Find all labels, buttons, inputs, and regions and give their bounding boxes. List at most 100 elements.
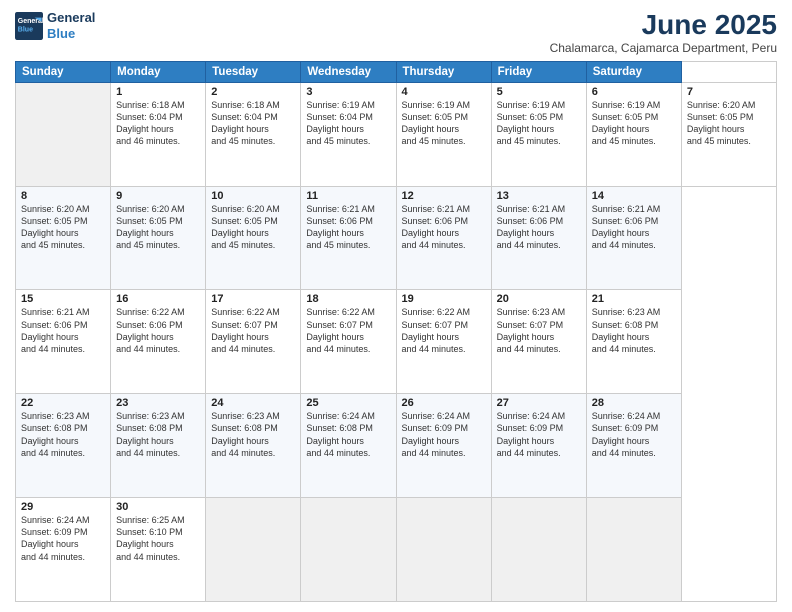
day-info: Sunrise: 6:22 AMSunset: 6:07 PMDaylight … xyxy=(211,306,295,355)
day-cell-14: 14Sunrise: 6:21 AMSunset: 6:06 PMDayligh… xyxy=(586,186,681,290)
day-number: 5 xyxy=(497,86,581,98)
page: General Blue General Blue June 2025 Chal… xyxy=(0,0,792,612)
calendar-week-1: 1Sunrise: 6:18 AMSunset: 6:04 PMDaylight… xyxy=(16,82,777,186)
day-cell-1: 1Sunrise: 6:18 AMSunset: 6:04 PMDaylight… xyxy=(111,82,206,186)
day-cell-22: 22Sunrise: 6:23 AMSunset: 6:08 PMDayligh… xyxy=(16,394,111,498)
day-info: Sunrise: 6:19 AMSunset: 6:04 PMDaylight … xyxy=(306,99,390,148)
day-cell-17: 17Sunrise: 6:22 AMSunset: 6:07 PMDayligh… xyxy=(206,290,301,394)
logo-text: General Blue xyxy=(47,10,95,41)
empty-cell xyxy=(206,498,301,602)
day-info: Sunrise: 6:21 AMSunset: 6:06 PMDaylight … xyxy=(497,203,581,252)
title-block: June 2025 Chalamarca, Cajamarca Departme… xyxy=(550,10,777,55)
day-info: Sunrise: 6:24 AMSunset: 6:09 PMDaylight … xyxy=(21,514,105,563)
day-info: Sunrise: 6:19 AMSunset: 6:05 PMDaylight … xyxy=(497,99,581,148)
day-cell-8: 8Sunrise: 6:20 AMSunset: 6:05 PMDaylight… xyxy=(16,186,111,290)
day-number: 20 xyxy=(497,293,581,305)
day-cell-9: 9Sunrise: 6:20 AMSunset: 6:05 PMDaylight… xyxy=(111,186,206,290)
day-number: 11 xyxy=(306,190,390,202)
day-cell-25: 25Sunrise: 6:24 AMSunset: 6:08 PMDayligh… xyxy=(301,394,396,498)
day-cell-15: 15Sunrise: 6:21 AMSunset: 6:06 PMDayligh… xyxy=(16,290,111,394)
day-cell-7: 7Sunrise: 6:20 AMSunset: 6:05 PMDaylight… xyxy=(681,82,776,186)
day-number: 4 xyxy=(402,86,486,98)
svg-text:Blue: Blue xyxy=(18,26,33,33)
empty-cell xyxy=(16,82,111,186)
day-number: 9 xyxy=(116,190,200,202)
day-info: Sunrise: 6:24 AMSunset: 6:08 PMDaylight … xyxy=(306,410,390,459)
day-number: 26 xyxy=(402,397,486,409)
day-number: 12 xyxy=(402,190,486,202)
day-info: Sunrise: 6:19 AMSunset: 6:05 PMDaylight … xyxy=(402,99,486,148)
empty-cell xyxy=(491,498,586,602)
day-cell-12: 12Sunrise: 6:21 AMSunset: 6:06 PMDayligh… xyxy=(396,186,491,290)
day-info: Sunrise: 6:20 AMSunset: 6:05 PMDaylight … xyxy=(687,99,771,148)
day-cell-29: 29Sunrise: 6:24 AMSunset: 6:09 PMDayligh… xyxy=(16,498,111,602)
day-info: Sunrise: 6:21 AMSunset: 6:06 PMDaylight … xyxy=(592,203,676,252)
day-cell-10: 10Sunrise: 6:20 AMSunset: 6:05 PMDayligh… xyxy=(206,186,301,290)
col-header-wednesday: Wednesday xyxy=(301,61,396,82)
day-cell-24: 24Sunrise: 6:23 AMSunset: 6:08 PMDayligh… xyxy=(206,394,301,498)
day-number: 7 xyxy=(687,86,771,98)
calendar-week-5: 29Sunrise: 6:24 AMSunset: 6:09 PMDayligh… xyxy=(16,498,777,602)
day-info: Sunrise: 6:21 AMSunset: 6:06 PMDaylight … xyxy=(306,203,390,252)
day-number: 13 xyxy=(497,190,581,202)
day-number: 23 xyxy=(116,397,200,409)
day-info: Sunrise: 6:20 AMSunset: 6:05 PMDaylight … xyxy=(211,203,295,252)
day-info: Sunrise: 6:25 AMSunset: 6:10 PMDaylight … xyxy=(116,514,200,563)
col-header-thursday: Thursday xyxy=(396,61,491,82)
col-header-sunday: Sunday xyxy=(16,61,111,82)
day-number: 24 xyxy=(211,397,295,409)
header: General Blue General Blue June 2025 Chal… xyxy=(15,10,777,55)
calendar-week-2: 8 Sunrise: 6:20 AMSunset: 6:05 PMDaylight… xyxy=(16,186,777,290)
col-header-saturday: Saturday xyxy=(586,61,681,82)
subtitle: Chalamarca, Cajamarca Department, Peru xyxy=(550,41,777,55)
day-number: 30 xyxy=(116,501,200,513)
day-info: Sunrise: 6:23 AMSunset: 6:07 PMDaylight … xyxy=(497,306,581,355)
day-info: Sunrise: 6:18 AMSunset: 6:04 PMDaylight … xyxy=(211,99,295,148)
day-number: 10 xyxy=(211,190,295,202)
day-info: Sunrise: 6:24 AMSunset: 6:09 PMDaylight … xyxy=(497,410,581,459)
day-cell-27: 27Sunrise: 6:24 AMSunset: 6:09 PMDayligh… xyxy=(491,394,586,498)
logo: General Blue General Blue xyxy=(15,10,95,41)
day-info: Sunrise: 6:20 AMSunset: 6:05 PMDaylight … xyxy=(116,203,200,252)
logo-icon: General Blue xyxy=(15,12,43,40)
calendar-table: SundayMondayTuesdayWednesdayThursdayFrid… xyxy=(15,61,777,602)
day-number: 15 xyxy=(21,293,105,305)
day-info: Sunrise: 6:24 AMSunset: 6:09 PMDaylight … xyxy=(402,410,486,459)
day-number: 29 xyxy=(21,501,105,513)
day-number: 22 xyxy=(21,397,105,409)
day-cell-21: 21Sunrise: 6:23 AMSunset: 6:08 PMDayligh… xyxy=(586,290,681,394)
day-cell-4: 4Sunrise: 6:19 AMSunset: 6:05 PMDaylight… xyxy=(396,82,491,186)
day-info: Sunrise: 6:24 AMSunset: 6:09 PMDaylight … xyxy=(592,410,676,459)
empty-cell xyxy=(301,498,396,602)
col-header-friday: Friday xyxy=(491,61,586,82)
day-info: Sunrise: 6:18 AMSunset: 6:04 PMDaylight … xyxy=(116,99,200,148)
day-info: Sunrise: 6:23 AMSunset: 6:08 PMDaylight … xyxy=(21,410,105,459)
day-cell-16: 16Sunrise: 6:22 AMSunset: 6:06 PMDayligh… xyxy=(111,290,206,394)
day-number: 8 xyxy=(21,190,105,202)
day-number: 6 xyxy=(592,86,676,98)
day-number: 1 xyxy=(116,86,200,98)
day-info: Sunrise: 6:22 AMSunset: 6:06 PMDaylight … xyxy=(116,306,200,355)
day-cell-23: 23Sunrise: 6:23 AMSunset: 6:08 PMDayligh… xyxy=(111,394,206,498)
day-info: Sunrise: 6:22 AMSunset: 6:07 PMDaylight … xyxy=(306,306,390,355)
day-info: Sunrise: 6:23 AMSunset: 6:08 PMDaylight … xyxy=(211,410,295,459)
day-number: 18 xyxy=(306,293,390,305)
day-number: 19 xyxy=(402,293,486,305)
day-cell-2: 2Sunrise: 6:18 AMSunset: 6:04 PMDaylight… xyxy=(206,82,301,186)
day-cell-18: 18Sunrise: 6:22 AMSunset: 6:07 PMDayligh… xyxy=(301,290,396,394)
day-cell-6: 6Sunrise: 6:19 AMSunset: 6:05 PMDaylight… xyxy=(586,82,681,186)
day-cell-30: 30Sunrise: 6:25 AMSunset: 6:10 PMDayligh… xyxy=(111,498,206,602)
day-cell-5: 5Sunrise: 6:19 AMSunset: 6:05 PMDaylight… xyxy=(491,82,586,186)
day-number: 28 xyxy=(592,397,676,409)
col-header-monday: Monday xyxy=(111,61,206,82)
col-header-tuesday: Tuesday xyxy=(206,61,301,82)
day-number: 2 xyxy=(211,86,295,98)
day-cell-3: 3Sunrise: 6:19 AMSunset: 6:04 PMDaylight… xyxy=(301,82,396,186)
day-number: 16 xyxy=(116,293,200,305)
day-cell-26: 26Sunrise: 6:24 AMSunset: 6:09 PMDayligh… xyxy=(396,394,491,498)
day-cell-20: 20Sunrise: 6:23 AMSunset: 6:07 PMDayligh… xyxy=(491,290,586,394)
month-title: June 2025 xyxy=(550,10,777,41)
day-info: Sunrise: 6:21 AMSunset: 6:06 PMDaylight … xyxy=(21,306,105,355)
day-info: Sunrise: 6:23 AMSunset: 6:08 PMDaylight … xyxy=(116,410,200,459)
calendar-week-4: 22Sunrise: 6:23 AMSunset: 6:08 PMDayligh… xyxy=(16,394,777,498)
